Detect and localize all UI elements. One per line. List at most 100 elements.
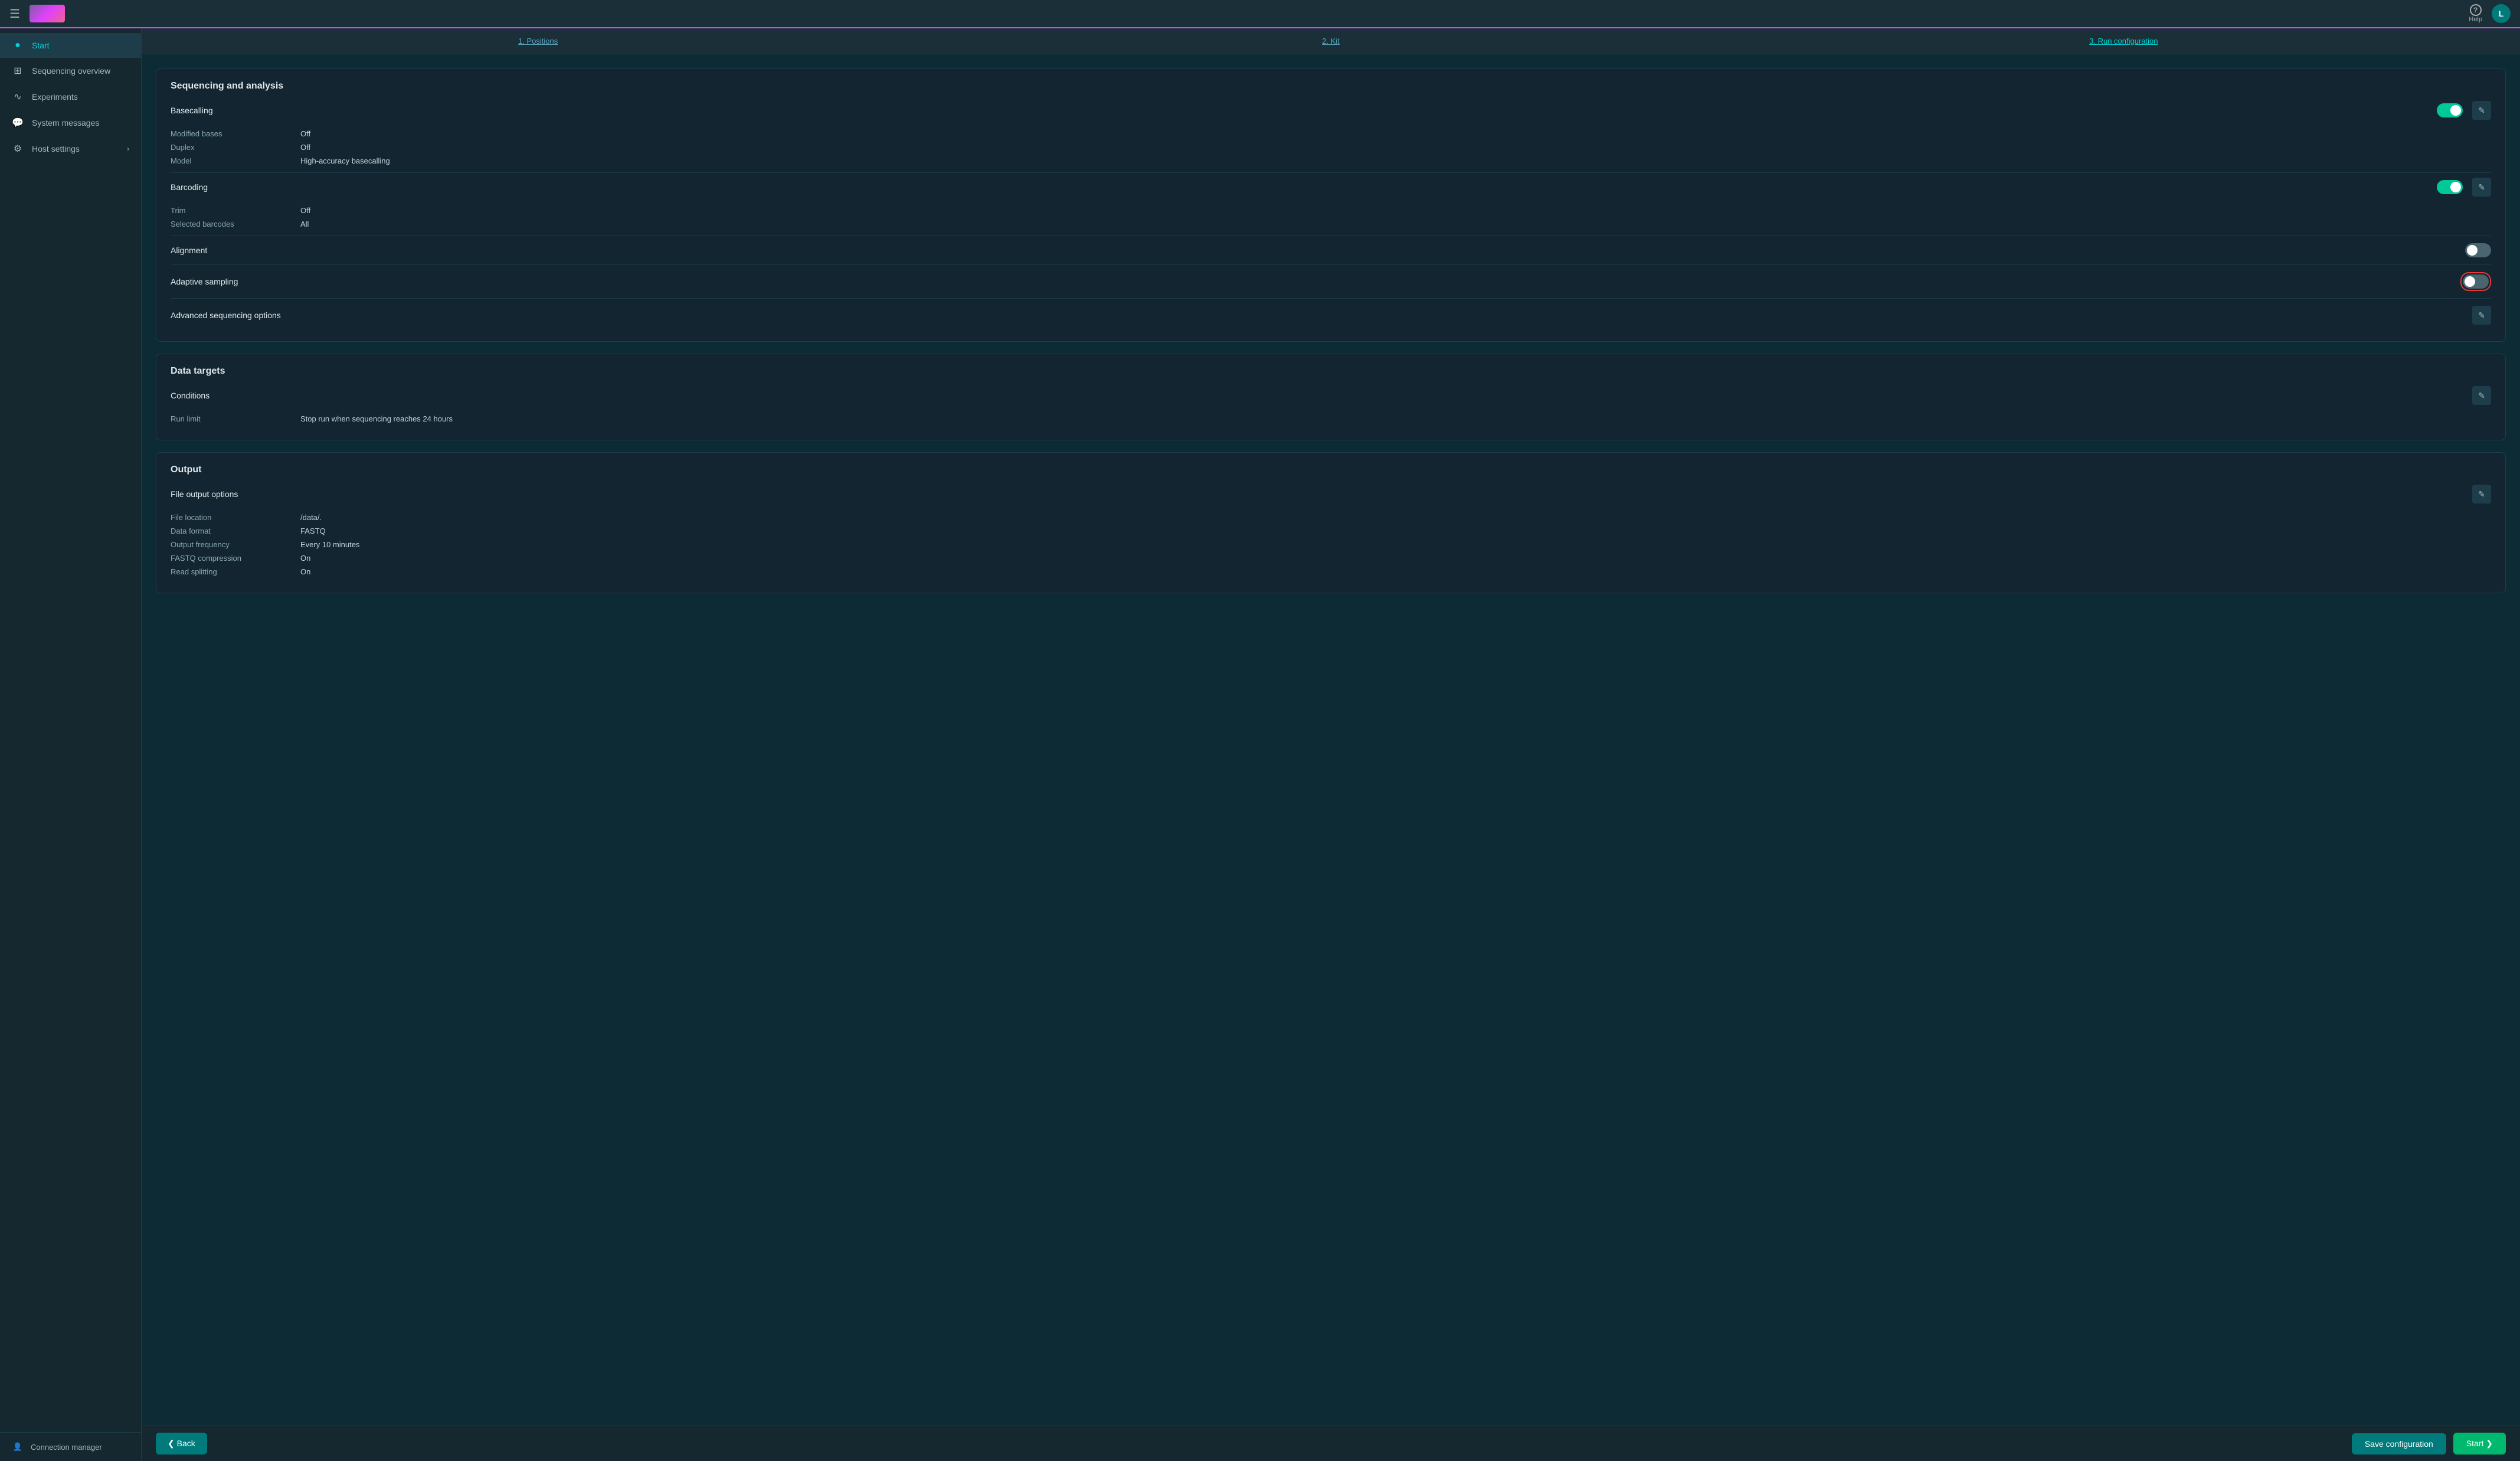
advanced-options-label: Advanced sequencing options [171,310,2472,320]
back-button[interactable]: ❮ Back [156,1433,207,1455]
modified-bases-label: Modified bases [171,129,300,138]
sidebar-item-host-settings[interactable]: ⚙ Host settings › [0,136,141,162]
experiments-icon: ∿ [12,91,24,103]
main-layout: ● Start ⊞ Sequencing overview ∿ Experime… [0,28,2520,1461]
file-location-value: /data/. [300,513,322,522]
adaptive-sampling-toggle [2463,274,2489,289]
basecalling-row: Basecalling ✎ [171,101,2491,120]
trim-value: Off [300,206,310,215]
sidebar-bottom-connection[interactable]: 👤 Connection manager [0,1432,141,1461]
fastq-compression-value: On [300,554,310,563]
help-label: Help [2469,16,2482,23]
sidebar-item-settings-label: Host settings [32,144,80,153]
sidebar-item-experiments-label: Experiments [32,92,78,102]
alignment-row: Alignment [171,238,2491,262]
data-targets-card: Data targets Conditions ✎ Run limit Stop… [156,354,2506,440]
file-output-edit-button[interactable]: ✎ [2472,485,2491,504]
file-output-row: File output options ✎ [171,485,2491,504]
basecalling-settings: Modified bases Off Duplex Off Model High… [171,125,2491,170]
basecalling-edit-button[interactable]: ✎ [2472,101,2491,120]
main-scroll: Sequencing and analysis Basecalling ✎ [142,54,2520,1426]
read-splitting-label: Read splitting [171,567,300,576]
modified-bases-value: Off [300,129,310,138]
data-targets-title: Data targets [171,366,2491,377]
data-format-row: Data format FASTQ [171,524,2491,538]
output-title: Output [171,465,2491,475]
avatar[interactable]: L [2492,4,2511,23]
sidebar-item-sequencing-overview[interactable]: ⊞ Sequencing overview [0,58,141,84]
sidebar-item-system-messages[interactable]: 💬 System messages [0,110,141,136]
step-positions[interactable]: 1. Positions [142,37,934,45]
conditions-row: Conditions ✎ [171,386,2491,405]
topbar-right: ? Help L [2469,4,2511,23]
file-location-label: File location [171,513,300,522]
file-output-settings: File location /data/. Data format FASTQ … [171,508,2491,581]
selected-barcodes-value: All [300,220,309,228]
start-icon: ● [12,40,24,51]
messages-icon: 💬 [12,117,24,129]
trim-label: Trim [171,206,300,215]
adaptive-sampling-row: Adaptive sampling [171,267,2491,296]
step-run-configuration[interactable]: 3. Run configuration [1727,37,2520,45]
barcoding-edit-button[interactable]: ✎ [2472,178,2491,197]
connection-label: Connection manager [31,1443,102,1452]
basecalling-toggle-thumb [2450,105,2461,116]
barcoding-row: Barcoding ✎ [171,178,2491,197]
step-nav: 1. Positions 2. Kit 3. Run configuration [142,28,2520,54]
duplex-value: Off [300,143,310,152]
menu-icon[interactable]: ☰ [9,6,20,21]
run-limit-label: Run limit [171,414,300,423]
model-label: Model [171,156,300,165]
read-splitting-row: Read splitting On [171,565,2491,578]
run-limit-row: Run limit Stop run when sequencing reach… [171,412,2491,426]
file-location-row: File location /data/. [171,511,2491,524]
alignment-toggle[interactable] [2465,243,2491,257]
sidebar: ● Start ⊞ Sequencing overview ∿ Experime… [0,28,142,1461]
settings-icon: ⚙ [12,143,24,155]
selected-barcodes-label: Selected barcodes [171,220,300,228]
selected-barcodes-row: Selected barcodes All [171,217,2491,231]
sequencing-analysis-section: Sequencing and analysis Basecalling ✎ [156,69,2505,341]
start-button[interactable]: Start ❯ [2453,1433,2506,1455]
sidebar-item-start-label: Start [32,41,50,50]
barcoding-settings: Trim Off Selected barcodes All [171,201,2491,233]
basecalling-toggle[interactable] [2437,103,2463,117]
barcoding-toggle[interactable] [2437,180,2463,194]
advanced-options-edit-button[interactable]: ✎ [2472,306,2491,325]
output-card: Output File output options ✎ File locati… [156,452,2506,593]
step-kit[interactable]: 2. Kit [934,37,1727,45]
help-icon: ? [2470,4,2482,16]
conditions-label: Conditions [171,391,2472,400]
chevron-right-icon: › [127,145,129,153]
duplex-label: Duplex [171,143,300,152]
output-frequency-label: Output frequency [171,540,300,549]
topbar: ☰ ? Help L [0,0,2520,28]
bottom-bar: ❮ Back Save configuration Start ❯ [142,1426,2520,1461]
modified-bases-row: Modified bases Off [171,127,2491,140]
sidebar-item-experiments[interactable]: ∿ Experiments [0,84,141,110]
duplex-row: Duplex Off [171,140,2491,154]
run-limit-value: Stop run when sequencing reaches 24 hour… [300,414,453,423]
barcoding-toggle-thumb [2450,182,2461,192]
sidebar-nav: ● Start ⊞ Sequencing overview ∿ Experime… [0,28,141,1432]
help-button[interactable]: ? Help [2469,4,2482,23]
output-frequency-row: Output frequency Every 10 minutes [171,538,2491,551]
advanced-options-row: Advanced sequencing options ✎ [171,301,2491,329]
divider-3 [171,264,2491,265]
sidebar-item-start[interactable]: ● Start [0,33,141,58]
data-format-label: Data format [171,527,300,535]
alignment-label: Alignment [171,246,2465,255]
output-section: Output File output options ✎ File locati… [156,453,2505,593]
output-frequency-value: Every 10 minutes [300,540,359,549]
conditions-edit-button[interactable]: ✎ [2472,386,2491,405]
sidebar-item-messages-label: System messages [32,118,99,128]
model-row: Model High-accuracy basecalling [171,154,2491,168]
alignment-toggle-thumb [2467,245,2478,256]
conditions-settings: Run limit Stop run when sequencing reach… [171,410,2491,428]
read-splitting-value: On [300,567,310,576]
adaptive-sampling-toggle-highlighted[interactable] [2460,272,2491,291]
connection-icon: 👤 [12,1442,24,1452]
save-configuration-button[interactable]: Save configuration [2352,1433,2446,1455]
sequencing-analysis-title: Sequencing and analysis [171,81,2491,91]
fastq-compression-label: FASTQ compression [171,554,300,563]
